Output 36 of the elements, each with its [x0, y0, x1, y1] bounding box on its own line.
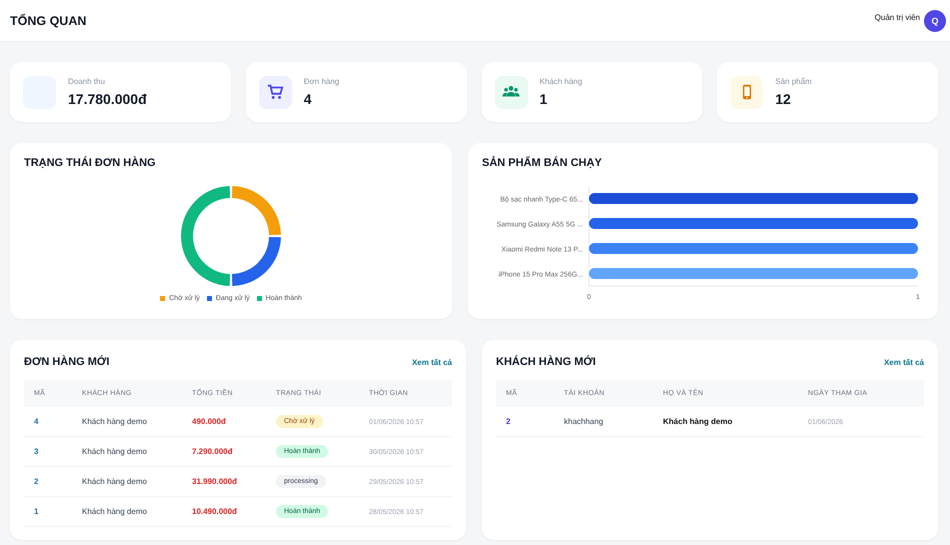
- cart-icon: [266, 83, 284, 101]
- order-total: 490.000đ: [192, 417, 226, 426]
- table-cell: khachhang: [564, 417, 604, 426]
- legend-swatch: [256, 296, 262, 301]
- table-cell: Khách hàng demo: [82, 477, 147, 486]
- order-id[interactable]: 3: [34, 447, 38, 456]
- table-cell: Khách hàng demo: [82, 447, 147, 456]
- legend-swatch: [160, 296, 166, 301]
- stat-value: 4: [304, 91, 313, 107]
- order-total: 31.990.000đ: [192, 477, 237, 486]
- table-cell: Khách hàng demo: [663, 417, 732, 426]
- order-total: 7.290.000đ: [192, 447, 232, 456]
- stat-value: 1: [540, 91, 548, 107]
- order-id[interactable]: 4: [34, 417, 38, 426]
- customer-id[interactable]: 2: [506, 417, 510, 426]
- avatar[interactable]: Q: [924, 10, 946, 32]
- stat-label: Sản phẩm: [775, 77, 812, 86]
- table-cell: Khách hàng demo: [82, 507, 147, 516]
- stat-label: Doanh thu: [68, 77, 106, 86]
- user-role: Quản trị viên: [874, 12, 920, 22]
- table-cell: Khách hàng demo: [82, 417, 147, 426]
- stat-value: 12: [775, 91, 792, 107]
- card-title: ĐƠN HÀNG MỚI: [24, 356, 110, 368]
- view-all-link[interactable]: Xem tất cả: [884, 358, 924, 366]
- order-id[interactable]: 1: [34, 507, 38, 516]
- stat-value: 17.780.000đ: [68, 91, 147, 107]
- card-title: KHÁCH HÀNG MỚI: [496, 356, 596, 368]
- order-total: 10.490.000đ: [192, 507, 237, 516]
- page-title: TỔNG QUAN: [10, 14, 86, 28]
- order-id[interactable]: 2: [34, 477, 38, 486]
- legend-swatch: [206, 296, 212, 301]
- card-title: SẢN PHẨM BÁN CHẠY: [482, 157, 603, 169]
- card-title: TRẠNG THÁI ĐƠN HÀNG: [24, 157, 157, 169]
- view-all-link[interactable]: Xem tất cả: [412, 358, 452, 366]
- stat-label: Khách hàng: [540, 77, 582, 86]
- stat-label: Đơn hàng: [304, 77, 340, 86]
